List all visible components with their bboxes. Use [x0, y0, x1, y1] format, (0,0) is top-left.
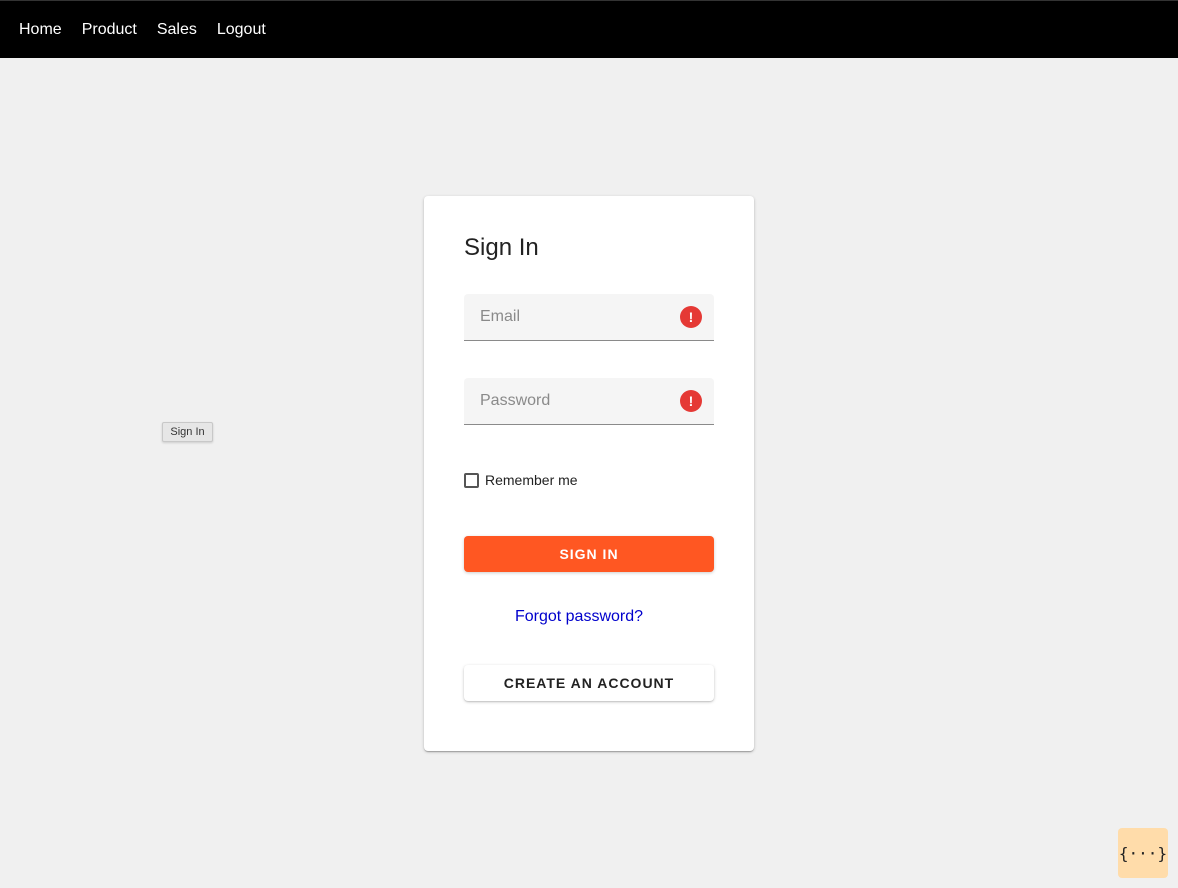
- exclamation-icon: !: [680, 306, 702, 328]
- nav-logout-link[interactable]: Logout: [217, 21, 266, 39]
- forgot-password-link[interactable]: Forgot password?: [424, 608, 734, 626]
- sign-in-button[interactable]: SIGN IN: [464, 536, 714, 572]
- devtools-toggle-button[interactable]: {···}: [1118, 828, 1168, 878]
- exclamation-icon: !: [680, 390, 702, 412]
- remember-me-row[interactable]: Remember me: [464, 472, 578, 488]
- page-title: Sign In: [464, 234, 539, 261]
- nav-home-link[interactable]: Home: [19, 21, 62, 39]
- email-field[interactable]: [464, 294, 714, 340]
- sign-in-tooltip: Sign In: [162, 422, 213, 442]
- nav-product-link[interactable]: Product: [82, 21, 137, 39]
- email-field-container: !: [464, 294, 714, 341]
- remember-me-label: Remember me: [485, 472, 578, 488]
- sign-in-card: Sign In ! ! Remember me SIGN IN Forgot p…: [424, 196, 754, 751]
- create-account-button[interactable]: CREATE AN ACCOUNT: [464, 665, 714, 701]
- password-field-container: !: [464, 378, 714, 425]
- nav-sales-link[interactable]: Sales: [157, 21, 197, 39]
- top-navbar: Home Product Sales Logout: [0, 0, 1178, 58]
- remember-me-checkbox[interactable]: [464, 472, 479, 488]
- password-field[interactable]: [464, 378, 714, 424]
